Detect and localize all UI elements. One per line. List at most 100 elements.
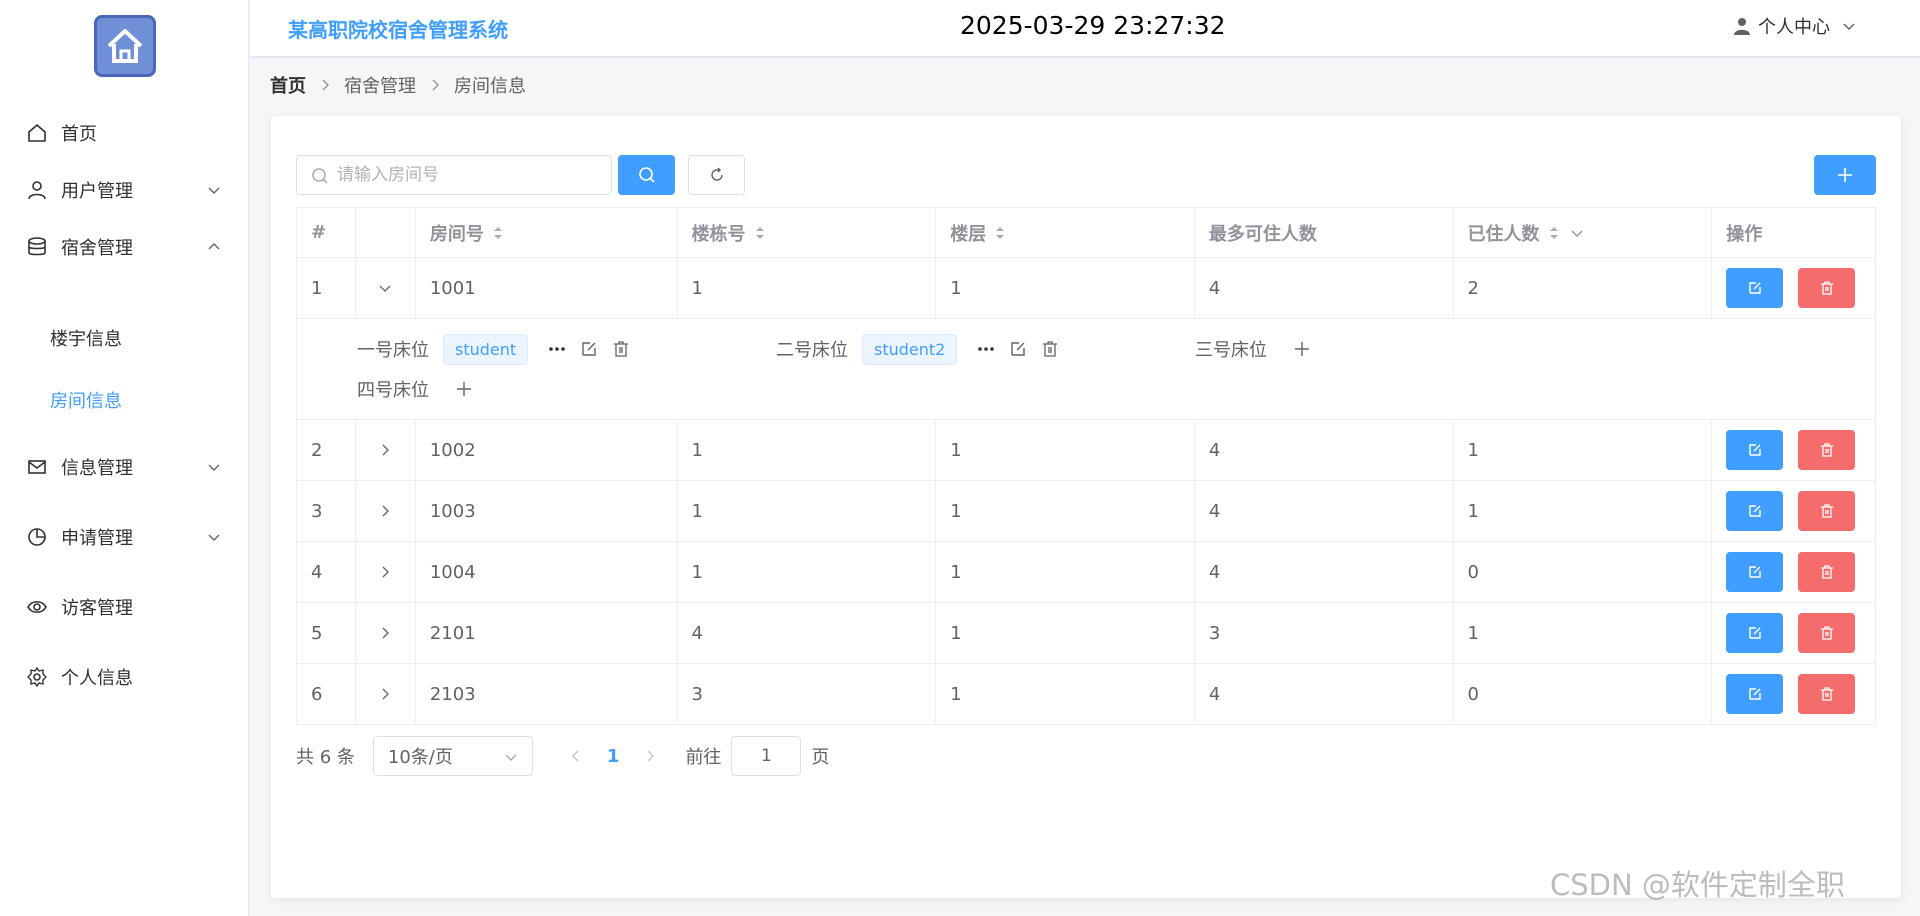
goto-suffix: 页 bbox=[811, 747, 830, 768]
header-label: 楼栋号 bbox=[691, 223, 746, 245]
delete-icon bbox=[1820, 281, 1833, 295]
edit-button[interactable] bbox=[1726, 430, 1784, 470]
bed-label: 二号床位 bbox=[776, 340, 848, 361]
chevron-down-icon[interactable] bbox=[378, 281, 392, 295]
edit-button[interactable] bbox=[1726, 674, 1784, 714]
more-icon[interactable] bbox=[977, 340, 995, 358]
chevron-down-icon bbox=[1843, 23, 1855, 30]
watermark: CSDN @软件定制全职 bbox=[1550, 868, 1845, 902]
user-menu[interactable]: 个人中心 bbox=[1732, 14, 1856, 38]
chevron-right-icon[interactable] bbox=[378, 626, 392, 640]
edit-button[interactable] bbox=[1726, 491, 1784, 531]
edit-icon[interactable] bbox=[1009, 340, 1027, 358]
cell-max: 3 bbox=[1195, 603, 1454, 663]
sort-icon bbox=[493, 226, 502, 239]
sidebar-item-info[interactable]: 信息管理 bbox=[0, 445, 249, 489]
cell-room: 2101 bbox=[416, 603, 678, 663]
cell-floor: 1 bbox=[936, 420, 1195, 480]
header-building[interactable]: 楼栋号 bbox=[678, 208, 937, 257]
edit-button[interactable] bbox=[1726, 613, 1784, 653]
sidebar-item-label: 宿舍管理 bbox=[61, 238, 133, 259]
app-title: 某高职院校宿舍管理系统 bbox=[288, 18, 508, 42]
search-input[interactable] bbox=[337, 161, 597, 189]
reset-button[interactable] bbox=[688, 155, 745, 195]
delete-button[interactable] bbox=[1798, 674, 1856, 714]
plus-icon[interactable] bbox=[1293, 340, 1311, 358]
sidebar-item-label: 个人信息 bbox=[61, 668, 133, 689]
sidebar-item-label: 首页 bbox=[61, 124, 97, 145]
plus-icon[interactable] bbox=[455, 380, 473, 398]
chevron-right-icon[interactable] bbox=[378, 687, 392, 701]
cell-occupied: 1 bbox=[1454, 420, 1713, 480]
cell-floor: 1 bbox=[936, 542, 1195, 602]
delete-icon bbox=[1820, 443, 1833, 457]
chevron-down-icon bbox=[208, 464, 220, 471]
breadcrumb-home[interactable]: 首页 bbox=[270, 72, 306, 98]
more-icon[interactable] bbox=[548, 340, 566, 358]
delete-button[interactable] bbox=[1798, 613, 1856, 653]
edit-button[interactable] bbox=[1726, 552, 1784, 592]
bed-slot: 三号床位 bbox=[1195, 333, 1311, 365]
delete-button[interactable] bbox=[1798, 491, 1856, 531]
sidebar-item-visitors[interactable]: 访客管理 bbox=[0, 585, 249, 629]
chevron-right-icon bbox=[322, 79, 329, 91]
sidebar-item-profile[interactable]: 个人信息 bbox=[0, 655, 249, 699]
sidebar-subitem-rooms[interactable]: 房间信息 bbox=[0, 380, 249, 420]
header-room[interactable]: 房间号 bbox=[416, 208, 678, 257]
eye-icon bbox=[27, 600, 47, 614]
user-avatar-icon bbox=[1734, 18, 1750, 35]
delete-button[interactable] bbox=[1798, 430, 1856, 470]
cell-expand[interactable] bbox=[356, 481, 416, 541]
delete-icon[interactable] bbox=[1041, 340, 1059, 358]
cell-expand[interactable] bbox=[356, 603, 416, 663]
cell-index: 3 bbox=[297, 481, 356, 541]
sidebar-subitem-buildings[interactable]: 楼宇信息 bbox=[0, 318, 249, 358]
cell-building: 1 bbox=[678, 420, 937, 480]
cell-occupied: 1 bbox=[1454, 603, 1713, 663]
next-page-icon[interactable] bbox=[643, 749, 657, 763]
table-row: 5 2101 4 1 3 1 bbox=[297, 603, 1875, 664]
sidebar-subitem-label: 房间信息 bbox=[50, 391, 122, 412]
cell-expand[interactable] bbox=[356, 258, 416, 318]
header-floor[interactable]: 楼层 bbox=[936, 208, 1195, 257]
chevron-right-icon[interactable] bbox=[378, 504, 392, 518]
cell-expand[interactable] bbox=[356, 420, 416, 480]
cell-building: 1 bbox=[678, 258, 937, 318]
add-room-button[interactable] bbox=[1814, 155, 1876, 195]
delete-icon[interactable] bbox=[612, 340, 630, 358]
chevron-down-icon[interactable] bbox=[1570, 226, 1584, 240]
student-tag: student2 bbox=[862, 333, 958, 365]
prev-page-icon[interactable] bbox=[569, 749, 583, 763]
search-button[interactable] bbox=[618, 155, 675, 195]
page-size-select[interactable]: 10条/页 bbox=[372, 736, 533, 776]
delete-button[interactable] bbox=[1798, 268, 1856, 308]
page-number[interactable]: 1 bbox=[607, 746, 620, 767]
cell-floor: 1 bbox=[936, 481, 1195, 541]
header-occupied[interactable]: 已住人数 bbox=[1454, 208, 1713, 257]
delete-icon bbox=[1820, 504, 1833, 518]
goto-page-input[interactable] bbox=[731, 736, 802, 776]
edit-icon[interactable] bbox=[580, 340, 598, 358]
chevron-right-icon[interactable] bbox=[378, 443, 392, 457]
sidebar-item-dorm[interactable]: 宿舍管理 bbox=[0, 225, 249, 269]
top-header: 某高职院校宿舍管理系统 2025-03-29 23:27:32 个人中心 bbox=[250, 0, 1920, 58]
table-header-row: # 房间号 楼栋号 楼层 最多可住人数 已住人数 操作 bbox=[297, 208, 1875, 258]
sidebar-item-users[interactable]: 用户管理 bbox=[0, 168, 249, 212]
cell-floor: 1 bbox=[936, 258, 1195, 318]
sidebar-item-applications[interactable]: 申请管理 bbox=[0, 515, 249, 559]
cell-actions bbox=[1712, 542, 1875, 602]
cell-expand[interactable] bbox=[356, 664, 416, 724]
goto-label: 前往 bbox=[685, 747, 722, 768]
mail-icon bbox=[28, 460, 46, 474]
chevron-right-icon[interactable] bbox=[378, 565, 392, 579]
bed-label: 三号床位 bbox=[1195, 340, 1267, 361]
pagination: 共 6 条 10条/页 1 前往 页 bbox=[296, 736, 829, 776]
sidebar-item-home[interactable]: 首页 bbox=[0, 111, 249, 155]
cell-expand[interactable] bbox=[356, 542, 416, 602]
edit-button[interactable] bbox=[1726, 268, 1784, 308]
search-icon bbox=[638, 167, 655, 183]
table-row: 3 1003 1 1 4 1 bbox=[297, 481, 1875, 542]
refresh-icon bbox=[710, 167, 723, 181]
delete-button[interactable] bbox=[1798, 552, 1856, 592]
bed-label: 四号床位 bbox=[357, 380, 429, 401]
